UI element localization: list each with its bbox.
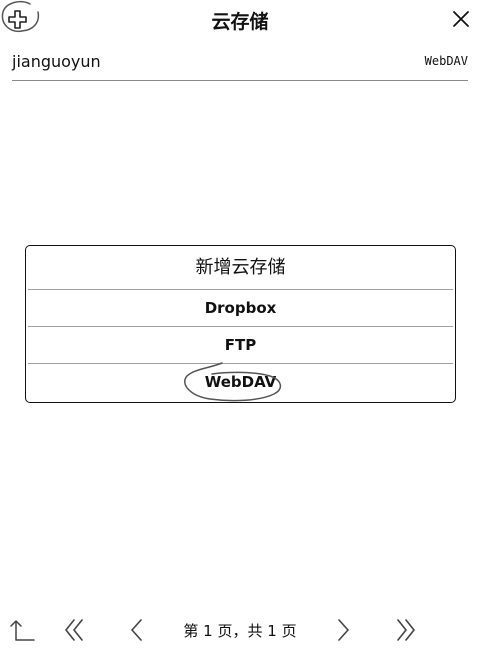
handwritten-circle-annotation: [184, 362, 282, 402]
storage-name: jianguoyun: [12, 52, 101, 71]
storage-list-item[interactable]: jianguoyun WebDAV: [12, 44, 468, 81]
page-indicator: 第 1 页，共 1 页: [183, 622, 297, 640]
pagination-bar: 第 1 页，共 1 页: [0, 610, 480, 648]
storage-type: WebDAV: [424, 54, 468, 68]
top-bar: 云存储: [0, 0, 480, 40]
handwritten-circle-annotation: [1, 0, 40, 32]
first-page-button[interactable]: [62, 617, 88, 643]
dialog-title: 新增云存储: [195, 257, 286, 278]
last-page-icon: [397, 619, 415, 641]
parent-folder-icon: [10, 620, 35, 641]
close-button[interactable]: [450, 8, 472, 30]
option-ftp[interactable]: FTP: [28, 326, 453, 364]
page-title: 云存储: [211, 11, 269, 33]
prev-page-icon: [131, 619, 142, 641]
last-page-button[interactable]: [392, 617, 418, 643]
prev-page-button[interactable]: [126, 617, 148, 643]
next-page-icon: [338, 619, 349, 641]
parent-folder-button[interactable]: [8, 616, 36, 644]
next-page-button[interactable]: [332, 617, 354, 643]
close-icon: [453, 11, 469, 27]
option-dropbox[interactable]: Dropbox: [28, 289, 453, 327]
first-page-icon: [65, 619, 83, 641]
